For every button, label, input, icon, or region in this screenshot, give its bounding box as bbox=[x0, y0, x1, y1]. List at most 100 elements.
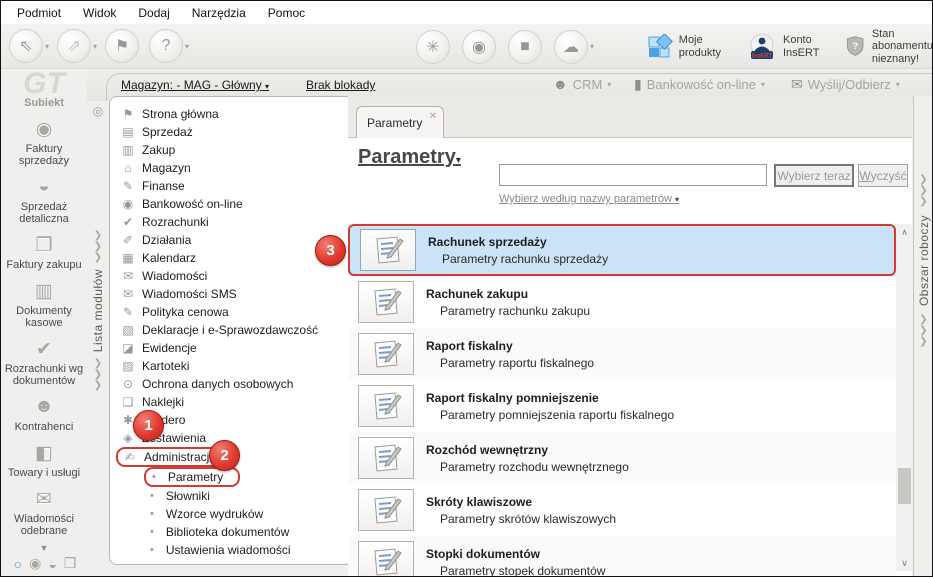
module-button[interactable]: ◒ Sprzedaż detaliczna bbox=[2, 171, 86, 229]
module-mini-icon[interactable]: ❒ bbox=[64, 555, 77, 572]
parameter-row[interactable]: Rozchód wewnętrzny Parametry rozchodu we… bbox=[348, 432, 896, 484]
tree-item-label: Ewidencje bbox=[142, 341, 197, 355]
chevron-right-icon[interactable]: ❯ bbox=[94, 241, 102, 252]
toolbar-button[interactable]: ☁ ▾ bbox=[554, 29, 594, 64]
parameter-subtitle: Parametry rachunku sprzedaży bbox=[442, 251, 609, 266]
menu-item[interactable]: Widok bbox=[73, 3, 126, 23]
parameter-row[interactable]: Skróty klawiszowe Parametry skrótów klaw… bbox=[348, 484, 896, 536]
filter-by-name-link[interactable]: Wybierz według nazwy parametrów ▾ bbox=[499, 193, 679, 205]
parameter-subtitle: Parametry rozchodu wewnętrznego bbox=[440, 459, 629, 474]
tree-item[interactable]: ◪ Ewidencje bbox=[116, 339, 352, 357]
module-button[interactable]: ☻ Kontrahenci bbox=[2, 391, 86, 437]
tree-item[interactable]: ▥ Zakup bbox=[116, 141, 352, 159]
tree-item[interactable]: ✎ Finanse bbox=[116, 177, 352, 195]
menu-item[interactable]: Dodaj bbox=[128, 3, 179, 23]
tree-item[interactable]: ⌂ Magazyn bbox=[116, 159, 352, 177]
toolbar-left-group: ⇖ ▾ ⇗ ▾ ⚑ ? ▾ bbox=[1, 29, 189, 63]
chevron-down-icon[interactable]: ▾ bbox=[45, 42, 49, 51]
tree-item[interactable]: ✔ Rozrachunki bbox=[116, 213, 352, 231]
toolbar-button[interactable]: ◉ bbox=[462, 29, 498, 64]
chevron-right-icon[interactable]: ❯ bbox=[919, 336, 927, 347]
chevron-right-icon[interactable]: ❯ bbox=[94, 252, 102, 263]
page-title[interactable]: Parametry▾ bbox=[358, 146, 461, 169]
tree-item[interactable]: ◉ Bankowość on-line bbox=[116, 195, 352, 213]
toolbar-button[interactable]: ✳ bbox=[416, 29, 452, 64]
parameter-subtitle: Parametry skrótów klawiszowych bbox=[440, 511, 617, 526]
tree-item[interactable]: ✉ Wiadomości bbox=[116, 267, 352, 285]
tree-item[interactable]: ✉ Wiadomości SMS bbox=[116, 285, 352, 303]
blokada-link[interactable]: Brak blokady bbox=[306, 78, 375, 92]
parameter-row[interactable]: Raport fiskalny Parametry raportu fiskal… bbox=[348, 328, 896, 380]
vertical-scrollbar[interactable]: ∧ ∨ bbox=[896, 224, 913, 571]
close-tab-icon[interactable]: ✕ bbox=[429, 111, 437, 122]
pin-icon[interactable]: ◎ bbox=[93, 104, 103, 118]
tree-item-icon: ✎ bbox=[122, 179, 134, 193]
parameter-list: Rachunek sprzedaży Parametry rachunku sp… bbox=[348, 224, 896, 576]
tree-item[interactable]: ⚑ Strona główna bbox=[116, 105, 352, 123]
parameter-search-input[interactable] bbox=[499, 164, 767, 186]
menu-item[interactable]: Podmiot bbox=[7, 3, 71, 23]
module-button[interactable]: ▥ Dokumenty kasowe bbox=[2, 275, 86, 333]
konto-insert-button[interactable]: InsERT Konto InsERT bbox=[747, 33, 819, 61]
workspace-strip-label[interactable]: Obszar roboczy bbox=[917, 215, 931, 306]
module-mini-icon[interactable]: ◒ bbox=[48, 556, 56, 572]
toolbar-button[interactable]: ⚑ bbox=[105, 29, 141, 63]
tab-parametry[interactable]: Parametry ✕ bbox=[356, 106, 444, 138]
tree-item-icon: ❏ bbox=[122, 395, 134, 409]
tree-item[interactable]: Ustawienia wiadomości bbox=[116, 541, 352, 559]
parameter-row[interactable]: Rachunek sprzedaży Parametry rachunku sp… bbox=[348, 224, 896, 276]
chevron-down-icon[interactable]: ▾ bbox=[185, 42, 189, 51]
module-mini-icon[interactable]: ○ bbox=[14, 556, 22, 572]
chevron-down-icon[interactable]: ▾ bbox=[590, 42, 594, 51]
wyslij-odbierz-dropdown[interactable]: ✉ Wyślij/Odbierz ▾ bbox=[791, 76, 900, 93]
stan-abonamentu-button[interactable]: ? Stan abonamentu nieznany! bbox=[845, 28, 932, 66]
module-button[interactable]: ◧ Towary i usługi bbox=[2, 437, 86, 483]
tree-item-icon: ▦ bbox=[122, 251, 134, 265]
scroll-down-arrow[interactable]: ∨ bbox=[896, 555, 913, 571]
chevron-right-icon[interactable]: ❯ bbox=[94, 369, 102, 380]
tree-item[interactable]: ▧ Deklaracje i e-Sprawozdawczość bbox=[116, 321, 352, 339]
parameter-row[interactable]: Raport fiskalny pomniejszenie Parametry … bbox=[348, 380, 896, 432]
tree-item[interactable]: ▤ Sprzedaż bbox=[116, 123, 352, 141]
module-mini-icon[interactable]: ◉ bbox=[29, 555, 41, 572]
module-button[interactable]: ✔ Rozrachunki wg dokumentów bbox=[2, 333, 86, 391]
toolbar-button[interactable]: ? ▾ bbox=[149, 29, 189, 63]
menu-item[interactable]: Narzędzia bbox=[182, 3, 256, 23]
toolbar-button[interactable]: ⇖ ▾ bbox=[9, 29, 49, 63]
modules-strip-label[interactable]: Lista modułów bbox=[91, 269, 105, 352]
crm-dropdown[interactable]: ☻ CRM ▾ bbox=[553, 76, 611, 92]
chevron-right-icon[interactable]: ❯ bbox=[94, 358, 102, 369]
chevron-right-icon[interactable]: ❯ bbox=[919, 185, 927, 196]
tree-item[interactable]: ⊙ Ochrona danych osobowych bbox=[116, 375, 352, 393]
collapse-modules-arrow[interactable]: ▼ bbox=[1, 543, 87, 553]
bankowosc-dropdown[interactable]: ▮ Bankowość on-line ▾ bbox=[634, 76, 765, 93]
wybierz-teraz-button[interactable]: Wybierz teraz bbox=[774, 164, 854, 187]
insert-account-icon: InsERT bbox=[750, 33, 774, 59]
module-button[interactable]: ✉ Wiadomości odebrane bbox=[2, 483, 86, 541]
chevron-right-icon[interactable]: ❯ bbox=[94, 230, 102, 241]
toolbar-button[interactable]: ⇗ ▾ bbox=[57, 29, 97, 63]
tree-item[interactable]: Słowniki bbox=[116, 487, 352, 505]
module-button[interactable]: ❒ Faktury zakupu bbox=[2, 229, 86, 275]
tree-item[interactable]: ▨ Kartoteki bbox=[116, 357, 352, 375]
parameter-row[interactable]: Rachunek zakupu Parametry rachunku zakup… bbox=[348, 276, 896, 328]
wyczysc-button[interactable]: Wyczyść bbox=[858, 164, 908, 187]
tree-item[interactable]: Wzorce wydruków bbox=[116, 505, 352, 523]
menu-item[interactable]: Pomoc bbox=[258, 3, 315, 23]
chevron-right-icon[interactable]: ❯ bbox=[919, 174, 927, 185]
tree-item[interactable]: ✎ Polityka cenowa bbox=[116, 303, 352, 321]
chevron-right-icon[interactable]: ❯ bbox=[919, 196, 927, 207]
chevron-right-icon[interactable]: ❯ bbox=[94, 380, 102, 391]
toolbar-button[interactable]: ■ bbox=[508, 29, 544, 64]
chevron-down-icon[interactable]: ▾ bbox=[93, 42, 97, 51]
chevron-right-icon[interactable]: ❯ bbox=[919, 325, 927, 336]
scrollbar-thumb[interactable] bbox=[898, 468, 911, 504]
parameter-row[interactable]: Stopki dokumentów Parametry stopek dokum… bbox=[348, 536, 896, 576]
magazyn-selector[interactable]: Magazyn: - MAG - Główny ▾ bbox=[121, 78, 269, 92]
chevron-right-icon[interactable]: ❯ bbox=[919, 314, 927, 325]
moje-produkty-button[interactable]: Moje produkty bbox=[647, 33, 721, 60]
scroll-up-arrow[interactable]: ∧ bbox=[896, 224, 913, 240]
tree-item[interactable]: Biblioteka dokumentów bbox=[116, 523, 352, 541]
module-button[interactable]: ◉ Faktury sprzedaży bbox=[2, 113, 86, 171]
tree-item[interactable]: ❏ Naklejki bbox=[116, 393, 352, 411]
